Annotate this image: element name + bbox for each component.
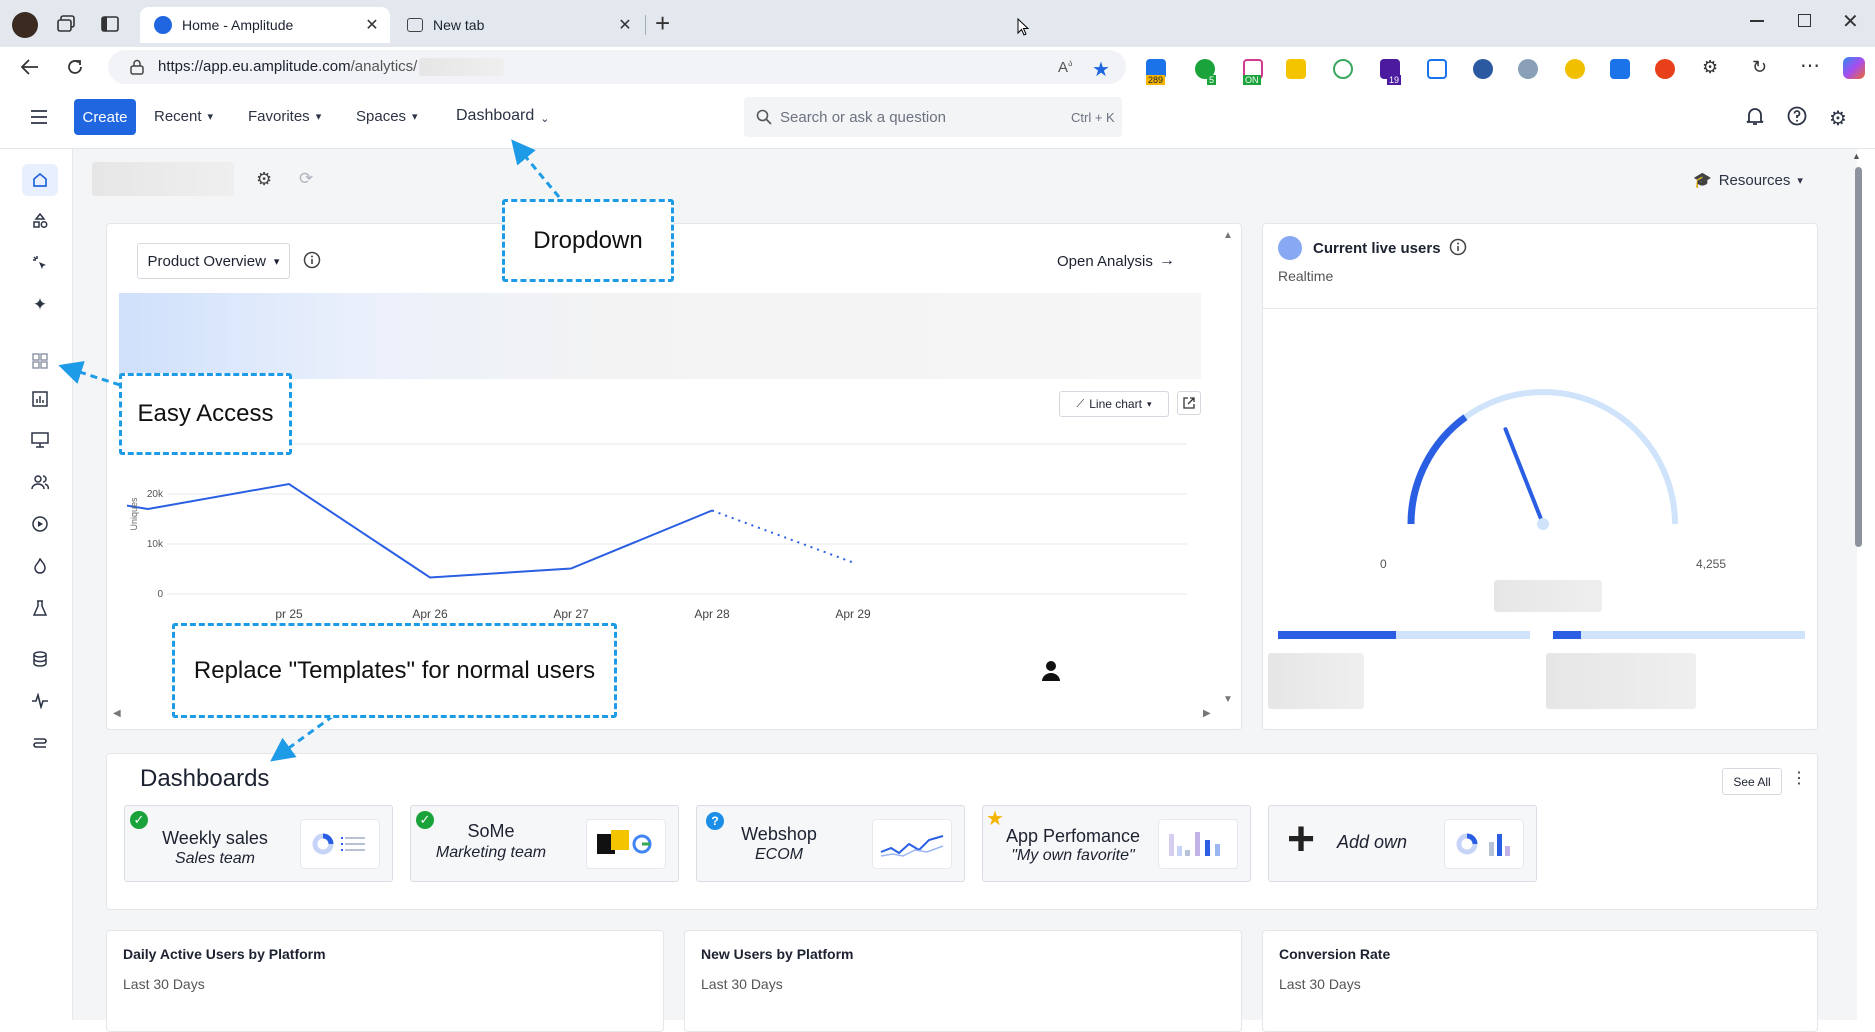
dropdown-annotation: Dropdown <box>502 199 674 282</box>
dropdown-arrow <box>515 144 559 197</box>
replace-templates-annotation-label: Replace "Templates" for normal users <box>194 657 595 685</box>
easy-access-annotation: Easy Access <box>119 373 292 455</box>
dropdown-annotation-label: Dropdown <box>533 227 642 255</box>
easy-access-annotation-label: Easy Access <box>137 400 273 428</box>
replace-templates-arrow <box>275 716 333 758</box>
easy-access-arrow <box>64 367 120 385</box>
replace-templates-annotation: Replace "Templates" for normal users <box>172 623 617 718</box>
annotation-arrows <box>0 0 1875 1020</box>
